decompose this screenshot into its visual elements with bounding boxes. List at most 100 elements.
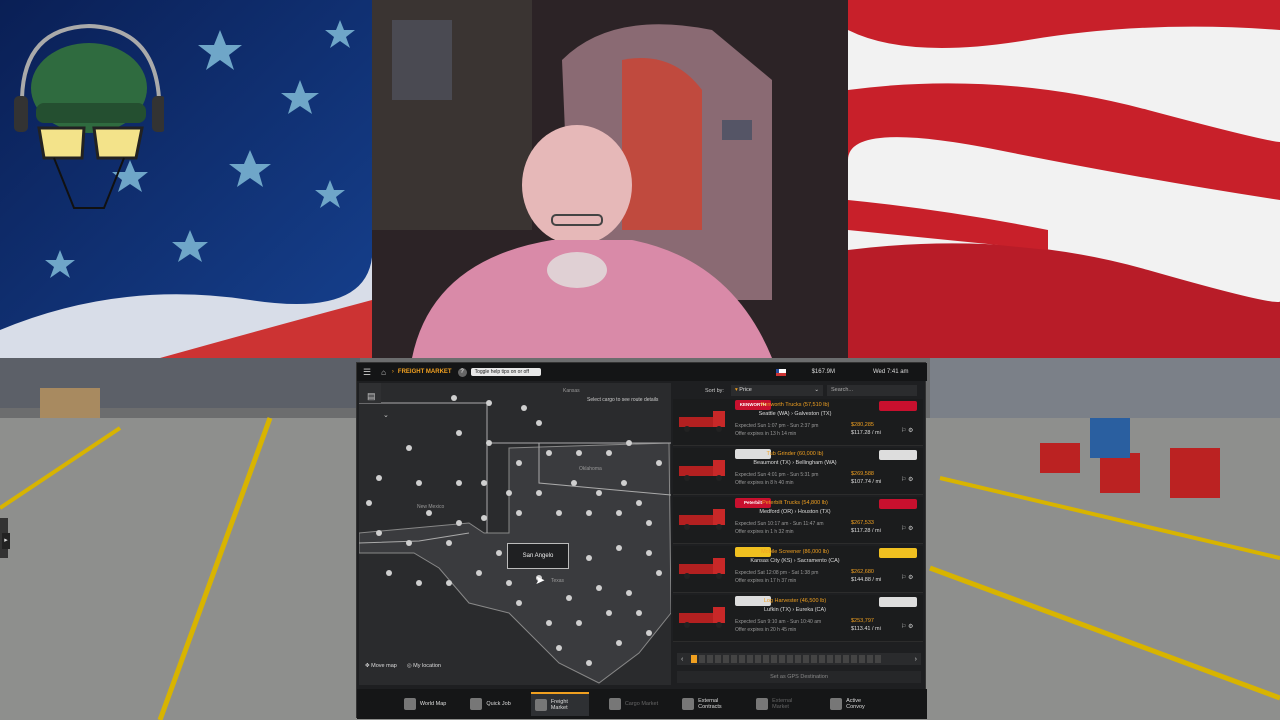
page-dot[interactable] [843,655,850,663]
company-logo [879,401,917,411]
page-dot[interactable] [827,655,834,663]
map-hint: Select cargo to see route details [587,397,659,403]
nav-icon [608,698,621,710]
job-info-icons: ⚐ ⚙ [901,624,914,630]
side-expand-arrow[interactable]: ▸ [2,533,10,549]
route: Medford (OR) › Houston (TX) [759,509,831,515]
cargo-name: Mobile Screener (86,000 lb) [761,549,829,555]
prev-page-icon[interactable]: ‹ [681,656,683,663]
mouse-cursor-icon: ➤ [535,573,546,587]
city-marker [376,475,382,481]
sort-select[interactable]: ▾ Price ⌄ [731,385,823,396]
nav-external-contracts[interactable]: External Contracts [678,692,736,716]
page-dot[interactable] [779,655,786,663]
nav-cargo-market[interactable]: Cargo Market [605,692,662,716]
expected-time: Expected Sun 10:17 am - Sun 11:47 am [735,521,824,527]
page-dot[interactable] [707,655,714,663]
city-marker [481,480,487,486]
page-dot[interactable] [819,655,826,663]
page-dot[interactable] [795,655,802,663]
city-marker [416,580,422,586]
company-logo [879,597,917,607]
city-marker [571,480,577,486]
city-marker [621,480,627,486]
cargo-name: Kenworth Trucks (57,510 lb) [760,402,830,408]
page-dot[interactable] [771,655,778,663]
page-dot[interactable] [811,655,818,663]
layers-icon[interactable]: ▤ [367,391,376,402]
nav-external-market[interactable]: External Market [752,692,810,716]
page-dot[interactable] [875,655,882,663]
move-map-button[interactable]: ✥ Move map [365,663,397,669]
page-dot[interactable] [859,655,866,663]
page-dot[interactable] [731,655,738,663]
my-location-button[interactable]: ◎ My location [407,663,441,669]
city-marker [451,395,457,401]
nav-world-map[interactable]: World Map [400,692,451,716]
chevron-down-icon: ⌄ [814,387,819,393]
page-dot[interactable] [851,655,858,663]
page-dot[interactable] [715,655,722,663]
job-row[interactable]: Tub Grinder (60,000 lb) Beaumont (TX) › … [673,448,923,495]
page-dot[interactable] [699,655,706,663]
page-dot[interactable] [747,655,754,663]
job-row[interactable]: Peterbilt Peterbilt Trucks (54,800 lb) M… [673,497,923,544]
job-row[interactable]: Log Harvester (46,500 lb) Lufkin (TX) › … [673,595,923,642]
city-marker [456,480,462,486]
search-input[interactable]: Search... [827,385,917,396]
cargo-name: Log Harvester (46,500 lb) [763,598,827,604]
page-dot[interactable] [739,655,746,663]
city-marker [576,620,582,626]
nav-active-convoy[interactable]: Active Convoy [826,692,884,716]
chevron-down-icon[interactable]: ⌄ [383,411,389,419]
city-marker [536,490,542,496]
page-dot[interactable] [867,655,874,663]
next-page-icon[interactable]: › [915,656,917,663]
breadcrumb[interactable]: FREIGHT MARKET [398,369,452,375]
page-dot[interactable] [803,655,810,663]
city-marker [506,580,512,586]
gps-destination-button[interactable]: Set as GPS Destination [677,671,921,683]
help-icon[interactable]: ? [457,367,467,377]
per-mile-rate: $117.28 / mi [851,528,881,534]
job-row[interactable]: KENWORTH Kenworth Trucks (57,510 lb) Sea… [673,399,923,446]
city-marker [606,610,612,616]
page-dot[interactable] [787,655,794,663]
city-marker [586,555,592,561]
page-indicators [691,655,882,663]
truck-thumbnail [679,460,725,481]
expected-time: Expected Sat 12:08 pm - Sat 1:38 pm [735,570,819,576]
job-row[interactable]: Mobile Screener (86,000 lb) Kansas City … [673,546,923,593]
page-dot[interactable] [755,655,762,663]
home-icon[interactable]: ⌂ [381,368,386,377]
page-dot[interactable] [763,655,770,663]
city-marker [426,510,432,516]
menu-icon[interactable]: ☰ [363,367,371,378]
sort-label: Sort by: [705,388,724,394]
map-view[interactable]: ▤ ⌄ Select cargo to see route details Ka… [359,383,671,685]
job-info-icons: ⚐ ⚙ [901,428,914,434]
city-marker [456,430,462,436]
nav-icon [470,698,483,710]
money-display: $167.9M [811,369,835,375]
city-marker [616,640,622,646]
page-dot[interactable] [723,655,730,663]
nav-quick-job[interactable]: Quick Job [466,692,514,716]
map-label-kansas: Kansas [563,388,580,394]
map-controls: ✥ Move map ◎ My location [365,663,441,669]
city-marker [406,445,412,451]
city-marker [516,460,522,466]
page-dot[interactable] [691,655,698,663]
nav-freight-market[interactable]: Freight Market [530,692,589,716]
offer-expiry: Offer expires in 17 h 37 min [735,578,797,584]
company-logo [879,548,917,558]
pagination-bar: ‹ › [677,653,921,665]
job-info-icons: ⚐ ⚙ [901,477,914,483]
webcam-feed [372,0,848,358]
nav-icon [403,698,416,710]
page-dot[interactable] [835,655,842,663]
city-marker [481,515,487,521]
route: Beaumont (TX) › Bellingham (WA) [753,460,837,466]
truck-thumbnail [679,607,725,628]
city-marker [586,660,592,666]
